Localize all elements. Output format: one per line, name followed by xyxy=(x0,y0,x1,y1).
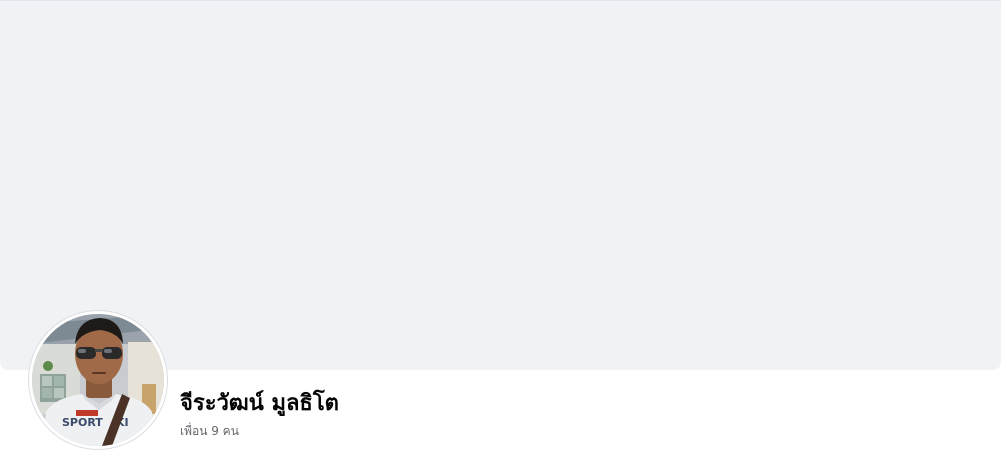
profile-name[interactable]: จีระวัฒน์ มูลธิโต xyxy=(180,389,339,419)
cover-photo-area[interactable] xyxy=(0,0,1001,370)
profile-picture[interactable]: SPORT KI xyxy=(32,314,164,446)
svg-text:SPORT: SPORT xyxy=(62,416,103,429)
friends-count-link[interactable]: เพื่อน 9 คน xyxy=(180,422,239,440)
profile-photo-man-sunglasses-icon: SPORT KI xyxy=(32,314,164,446)
profile-header: SPORT KI จีระวัฒน์ มูลธิโต เพื่อน 9 คน xyxy=(0,0,1007,460)
profile-picture-frame: SPORT KI xyxy=(29,311,167,449)
